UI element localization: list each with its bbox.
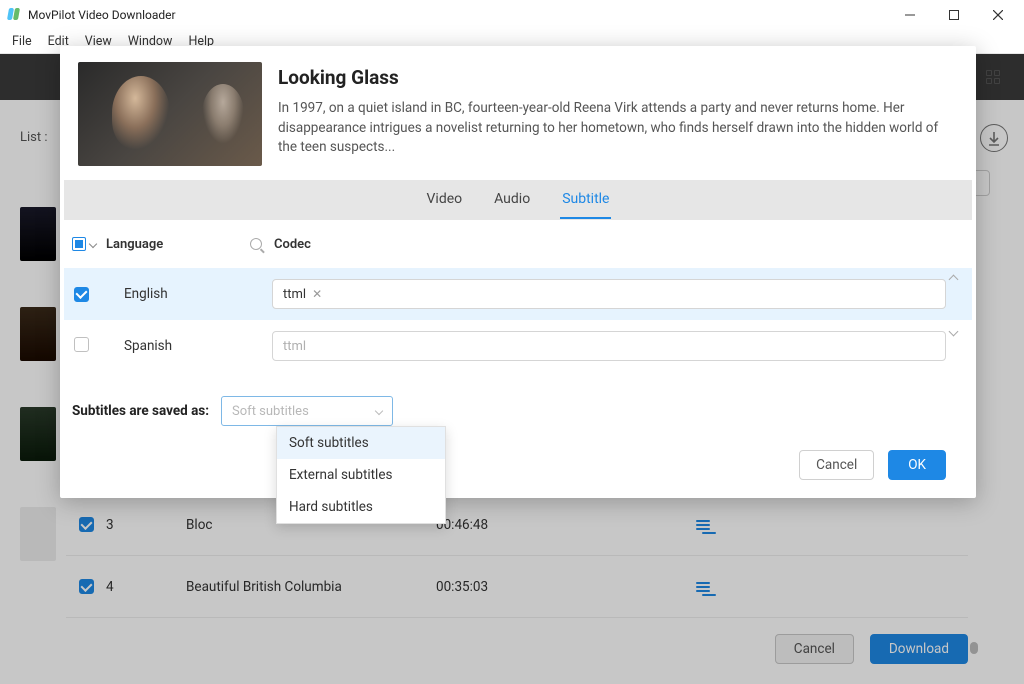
subtitle-language: English — [106, 286, 272, 302]
modal-ok-button[interactable]: OK — [888, 450, 946, 480]
subtitle-codec-field[interactable]: ttml ✕ — [272, 279, 946, 309]
save-as-select[interactable]: Soft subtitles — [221, 396, 393, 426]
column-language: Language — [106, 237, 238, 252]
subtitle-checkbox[interactable] — [74, 337, 89, 352]
subtitle-language: Spanish — [106, 338, 272, 354]
format-tabs: Video Audio Subtitle — [64, 180, 972, 220]
save-as-label: Subtitles are saved as: — [72, 403, 209, 419]
maximize-button[interactable] — [932, 1, 976, 29]
tab-audio[interactable]: Audio — [492, 181, 532, 219]
app-title: MovPilot Video Downloader — [28, 8, 176, 22]
save-as-value: Soft subtitles — [232, 404, 309, 419]
scroll-up-icon[interactable] — [948, 275, 958, 285]
dropdown-option[interactable]: Soft subtitles — [277, 427, 445, 459]
column-codec: Codec — [274, 237, 946, 252]
subtitle-checkbox[interactable] — [74, 287, 89, 302]
close-button[interactable] — [976, 1, 1020, 29]
tab-subtitle[interactable]: Subtitle — [560, 181, 611, 219]
codec-value: ttml — [283, 339, 306, 354]
video-poster — [78, 62, 262, 166]
subtitle-row[interactable]: English ttml ✕ — [64, 268, 972, 320]
subtitle-settings-dialog: Looking Glass In 1997, on a quiet island… — [60, 46, 976, 498]
titlebar: MovPilot Video Downloader — [0, 0, 1024, 30]
tab-video[interactable]: Video — [425, 181, 465, 219]
app-logo-icon — [8, 8, 22, 22]
menu-file[interactable]: File — [4, 34, 40, 49]
select-all-checkbox[interactable] — [72, 237, 86, 251]
video-description: In 1997, on a quiet island in BC, fourte… — [278, 99, 958, 158]
subtitle-row[interactable]: Spanish ttml — [64, 320, 972, 372]
video-title: Looking Glass — [278, 66, 958, 89]
chevron-down-icon[interactable] — [89, 240, 97, 248]
minimize-button[interactable] — [888, 1, 932, 29]
modal-cancel-button[interactable]: Cancel — [799, 450, 874, 480]
subtitle-codec-field[interactable]: ttml — [272, 331, 946, 361]
subtitle-table-header: Language Codec — [64, 220, 972, 268]
save-as-dropdown: Soft subtitles External subtitles Hard s… — [276, 426, 446, 524]
dropdown-option[interactable]: External subtitles — [277, 459, 445, 491]
codec-value: ttml — [283, 287, 306, 302]
remove-codec-icon[interactable]: ✕ — [312, 287, 322, 301]
scroll-down-icon[interactable] — [948, 327, 958, 337]
search-icon[interactable] — [250, 238, 262, 250]
chevron-down-icon — [375, 407, 383, 415]
dropdown-option[interactable]: Hard subtitles — [277, 491, 445, 523]
